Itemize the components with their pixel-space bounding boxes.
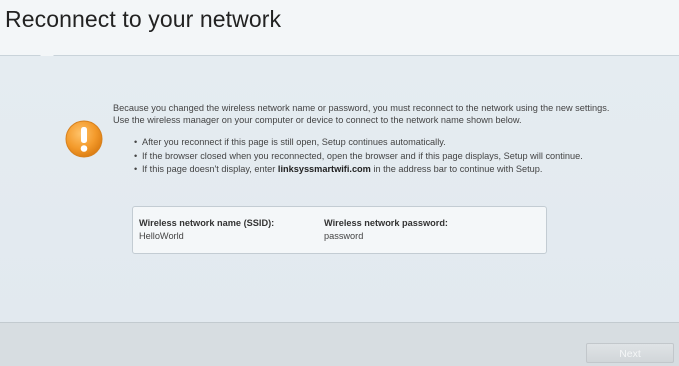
ssid-field: Wireless network name (SSID): HelloWorld: [139, 217, 274, 242]
next-button[interactable]: Next: [586, 343, 674, 363]
instruction-prefix: If this page doesn't display, enter: [142, 164, 278, 174]
password-value: password: [324, 230, 364, 241]
instruction-item: If this page doesn't display, enter link…: [134, 163, 583, 177]
instruction-text: If the browser closed when you reconnect…: [142, 150, 583, 161]
ssid-label: Wireless network name (SSID):: [139, 218, 275, 228]
warning-icon: [65, 120, 103, 158]
instructions-list: After you reconnect if this page is stil…: [134, 136, 583, 177]
page-title: Reconnect to your network: [5, 6, 282, 32]
footer-bar: [0, 322, 679, 366]
network-info-box: Wireless network name (SSID): HelloWorld…: [132, 206, 547, 254]
setup-url: linksyssmartwifi.com: [277, 164, 371, 174]
ssid-value: HelloWorld: [139, 230, 184, 241]
reconnect-message: Because you changed the wireless network…: [113, 102, 613, 126]
content-area: [0, 56, 679, 322]
page-header: Reconnect to your network: [0, 0, 679, 56]
password-label: Wireless network password:: [324, 218, 448, 228]
instruction-item: If the browser closed when you reconnect…: [134, 150, 583, 164]
instruction-item: After you reconnect if this page is stil…: [134, 136, 583, 150]
instruction-suffix: in the address bar to continue with Setu…: [370, 164, 543, 174]
password-field: Wireless network password: password: [324, 217, 448, 242]
instruction-text: After you reconnect if this page is stil…: [142, 137, 446, 147]
intro-text: Because you changed the wireless network…: [113, 103, 610, 126]
